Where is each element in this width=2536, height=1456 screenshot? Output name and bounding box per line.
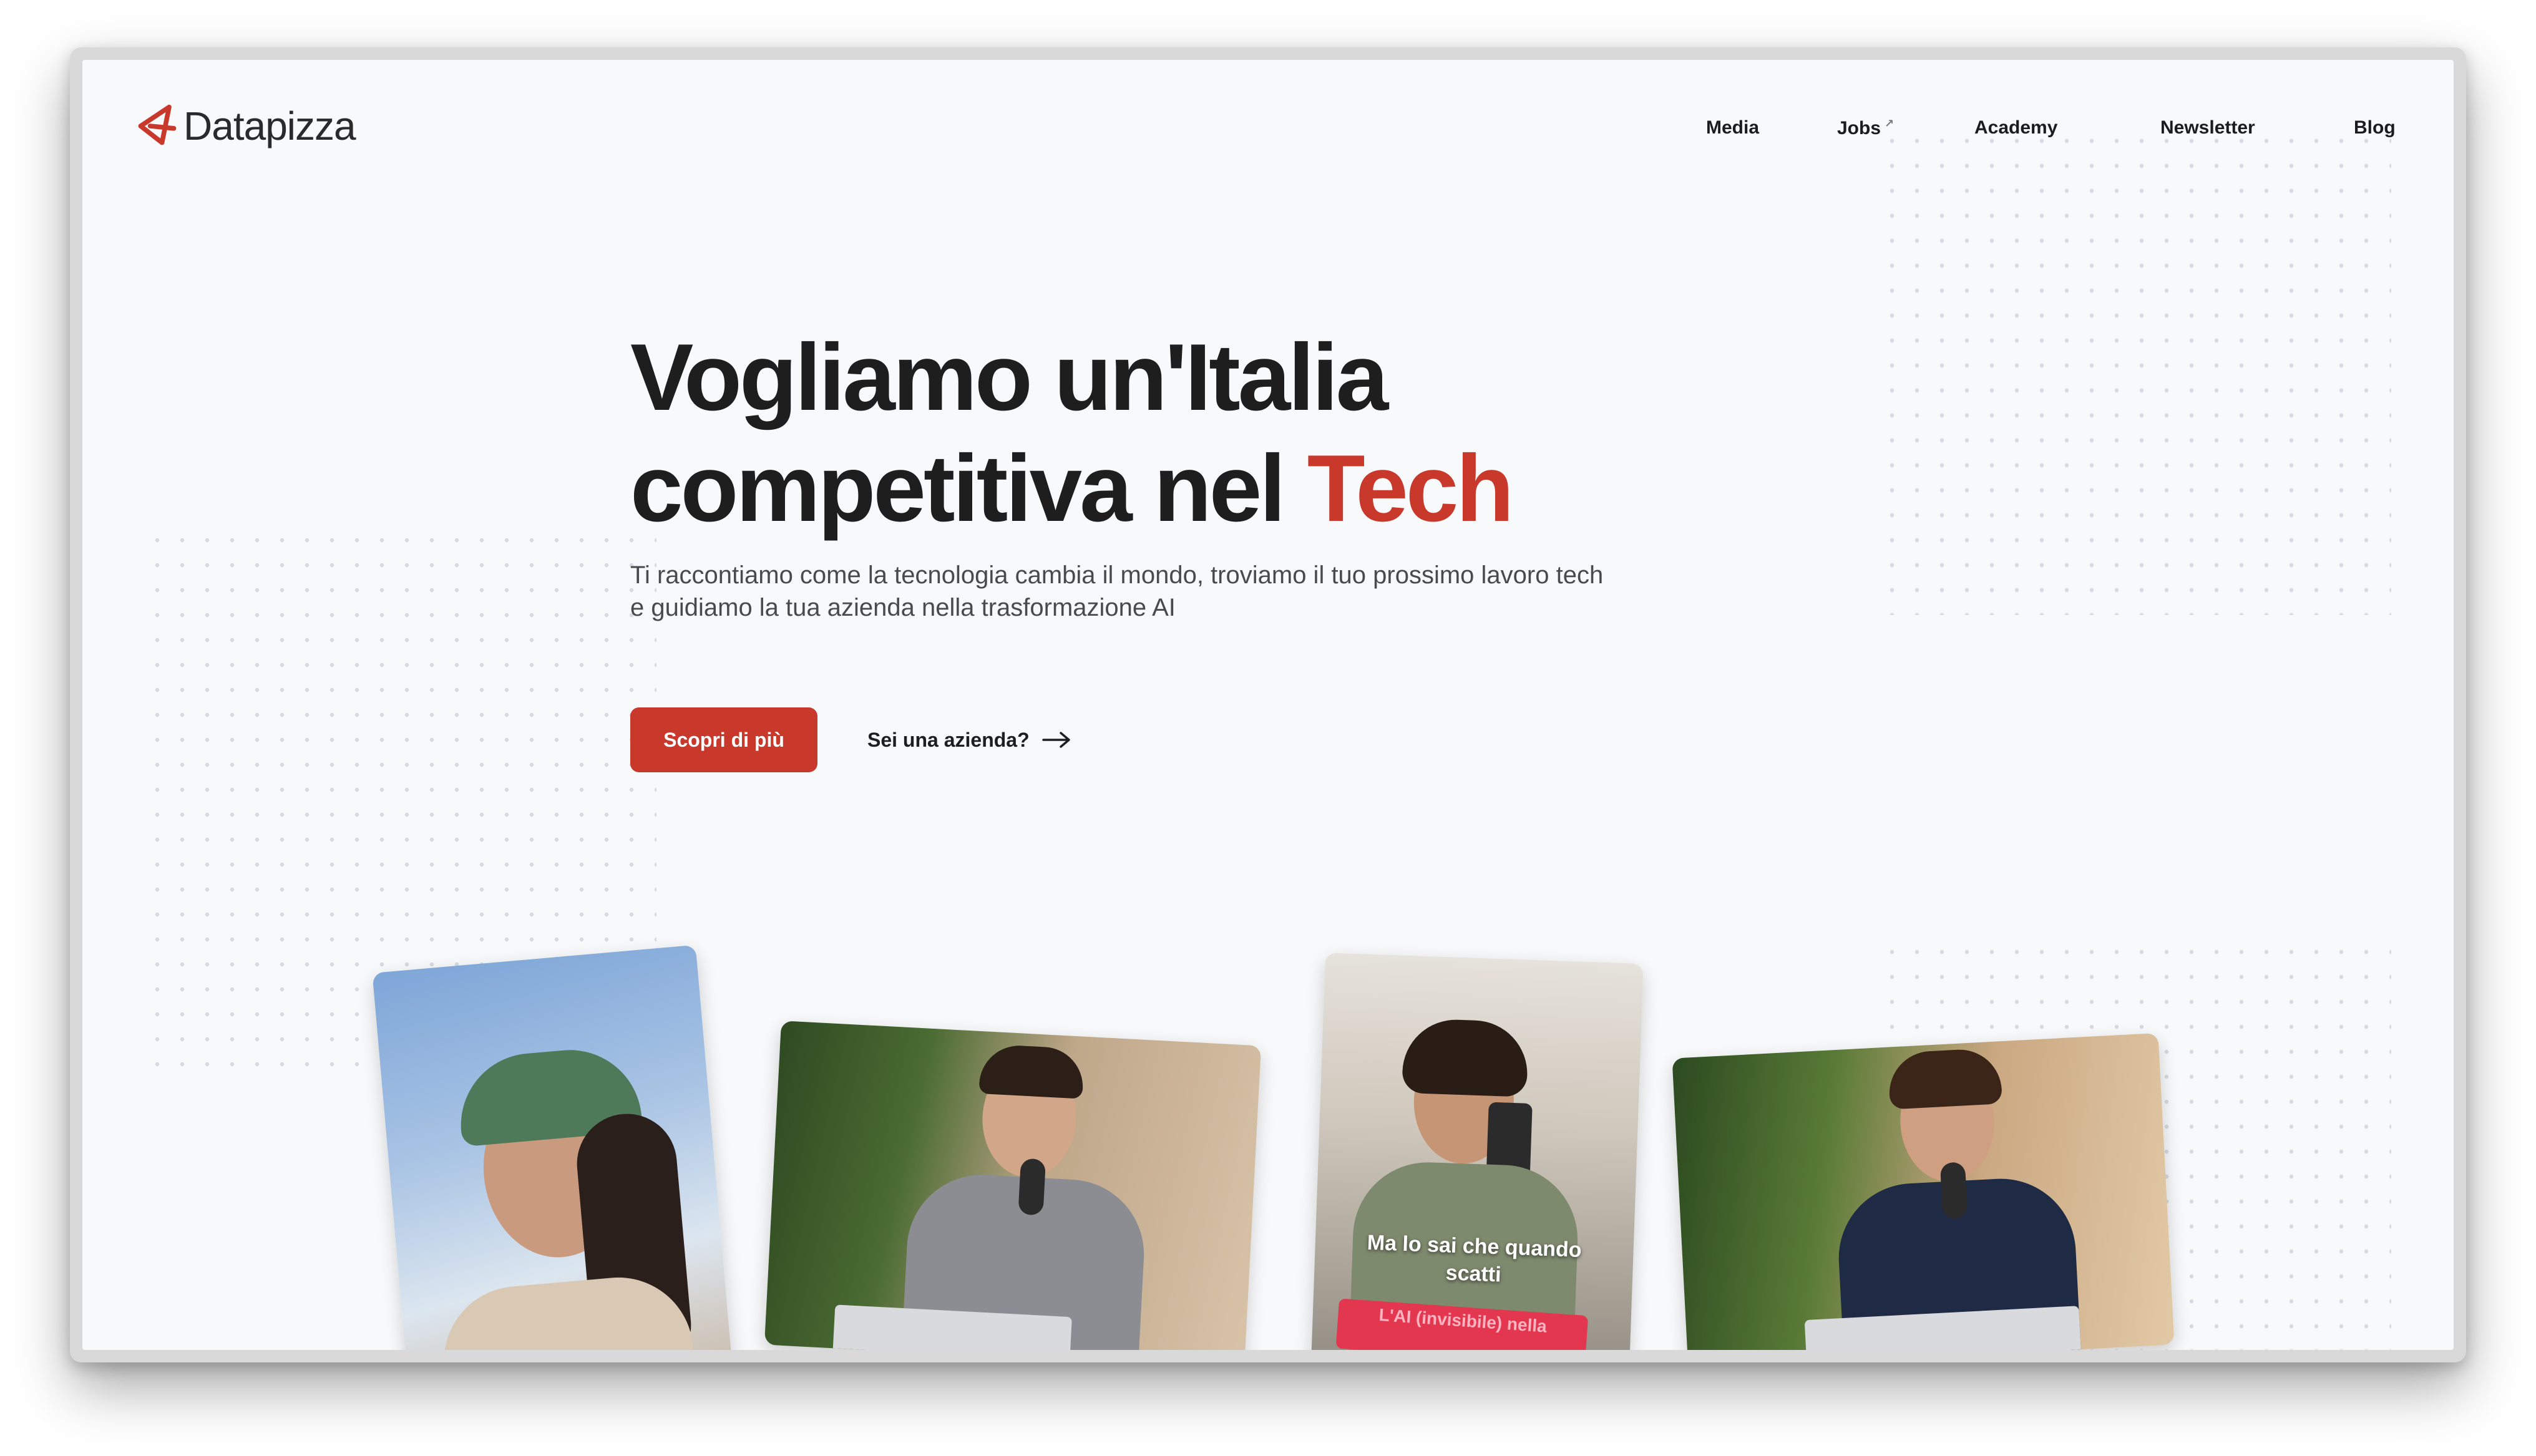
hero-subtitle: Ti raccontiamo come la tecnologia cambia… [630,561,1604,621]
business-link-label: Sei una azienda? [867,728,1030,751]
card-photo [1672,1033,2174,1350]
external-link-icon: ↗ [1885,117,1895,130]
nav-item-blog[interactable]: Blog [2354,117,2396,138]
main-nav: Media Jobs ↗ Academy Newsletter Blog [82,117,2454,148]
card-photo [372,945,733,1350]
video-card[interactable]: Ma lo sai che quando scatti L'AI (invisi… [1310,953,1644,1350]
business-link[interactable]: Sei una azienda? [867,722,1071,757]
headline-accent: Tech [1307,435,1514,541]
nav-item-academy[interactable]: Academy [1974,117,2057,138]
nav-item-jobs[interactable]: Jobs ↗ [1837,117,1894,139]
hero-headline: Vogliamo un'Italia competitiva nel Tech [630,322,1691,544]
video-caption: Ma lo sai che quando scatti [1367,1230,1583,1287]
video-card[interactable] [764,1021,1262,1350]
video-card[interactable] [1672,1032,2175,1350]
browser-window: Datapizza Media Jobs ↗ Academy Newsletter… [70,47,2466,1362]
nav-item-label: Jobs [1837,118,1881,138]
landing-page: Datapizza Media Jobs ↗ Academy Newsletter… [82,60,2454,1350]
nav-item-newsletter[interactable]: Newsletter [2160,117,2255,138]
card-photo [764,1021,1261,1350]
arrow-right-icon [1041,732,1070,748]
headline-line-1: Vogliamo un'Italia [630,324,1388,430]
nav-item-media[interactable]: Media [1706,117,1759,138]
headline-line-2: competitiva nel [630,435,1307,541]
scopri-button[interactable]: Scopri di più [630,707,817,772]
video-card[interactable] [372,944,734,1350]
dot-pattern [1880,129,2391,615]
